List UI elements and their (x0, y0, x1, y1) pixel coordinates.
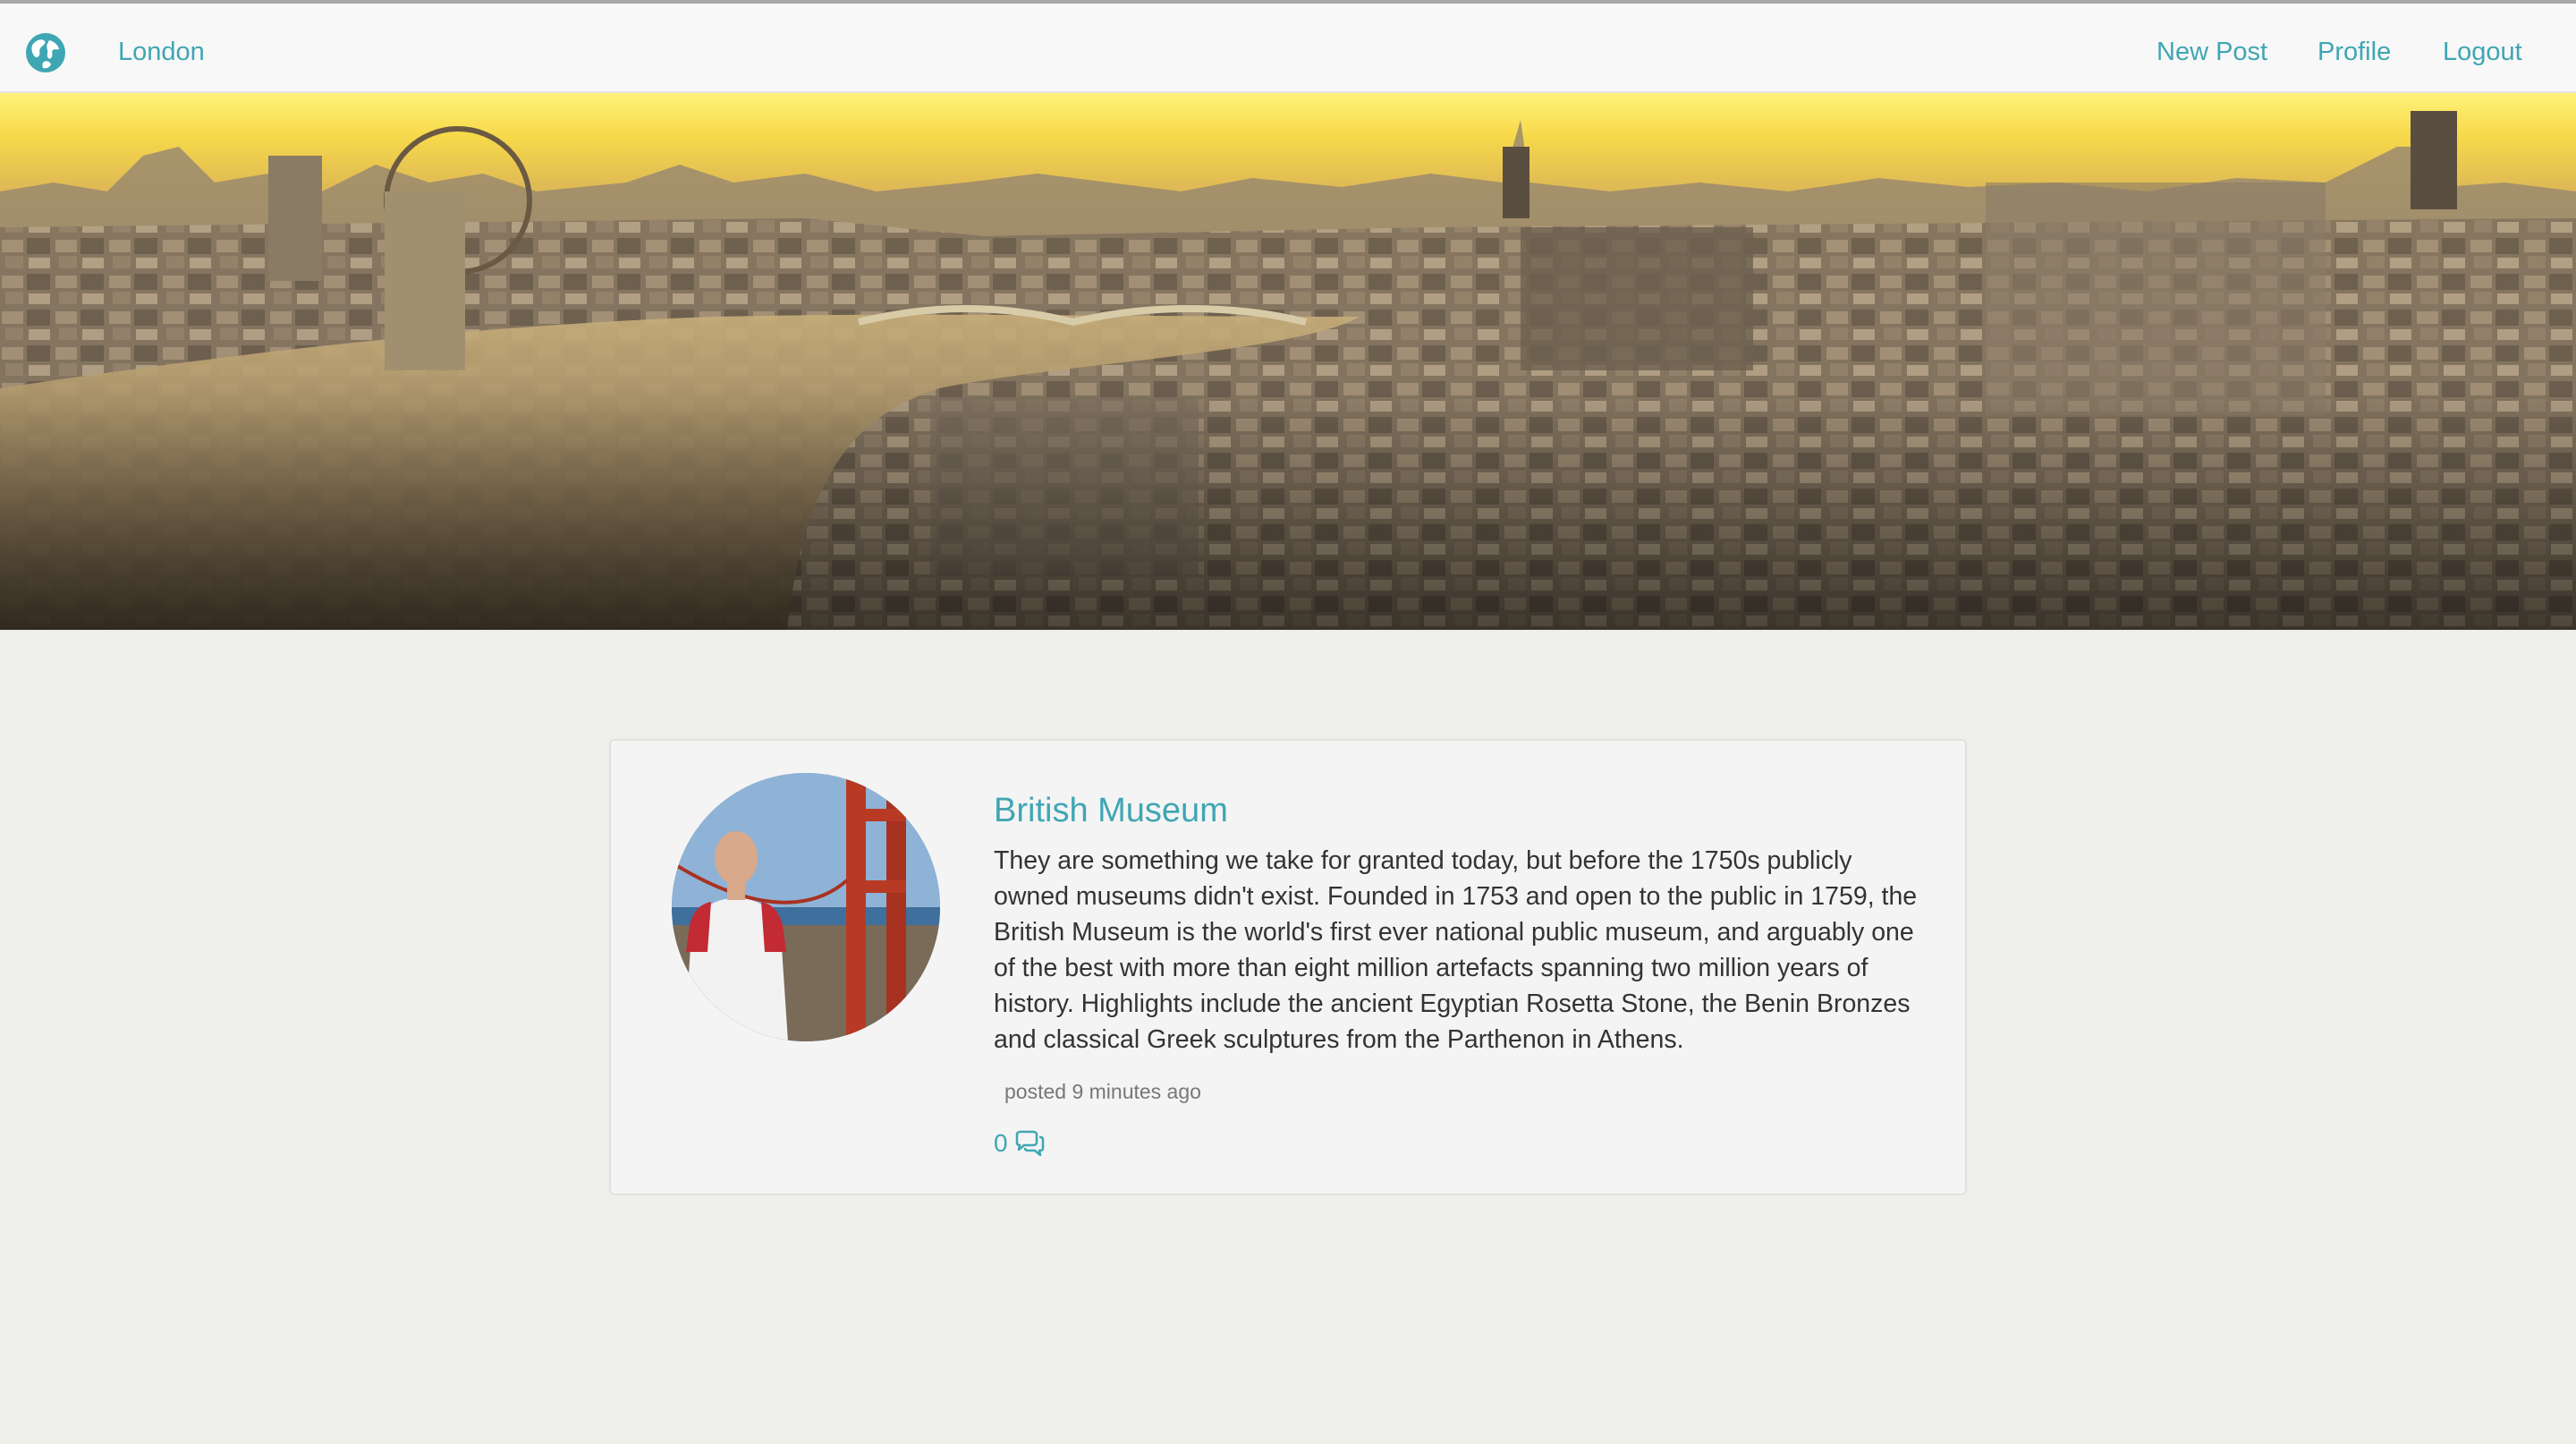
comments-link[interactable]: 0 (994, 1127, 1046, 1159)
new-post-link[interactable]: New Post (2157, 34, 2267, 70)
profile-link[interactable]: Profile (2318, 34, 2391, 70)
avatar[interactable] (672, 773, 940, 1041)
post-timestamp: posted 9 minutes ago (1004, 1080, 1201, 1103)
top-navbar: London New Post Profile Logout (0, 0, 2576, 93)
hero-banner-image (0, 93, 2576, 630)
brand-link[interactable]: London (118, 34, 205, 70)
post-card: British Museum They are something we tak… (609, 739, 1967, 1195)
comment-count: 0 (994, 1129, 1008, 1157)
post-body: They are something we take for granted t… (994, 846, 1918, 1054)
logout-link[interactable]: Logout (2443, 34, 2522, 70)
comments-icon (1013, 1129, 1046, 1158)
globe-icon[interactable] (25, 32, 66, 73)
post-title[interactable]: British Museum (994, 789, 1228, 832)
